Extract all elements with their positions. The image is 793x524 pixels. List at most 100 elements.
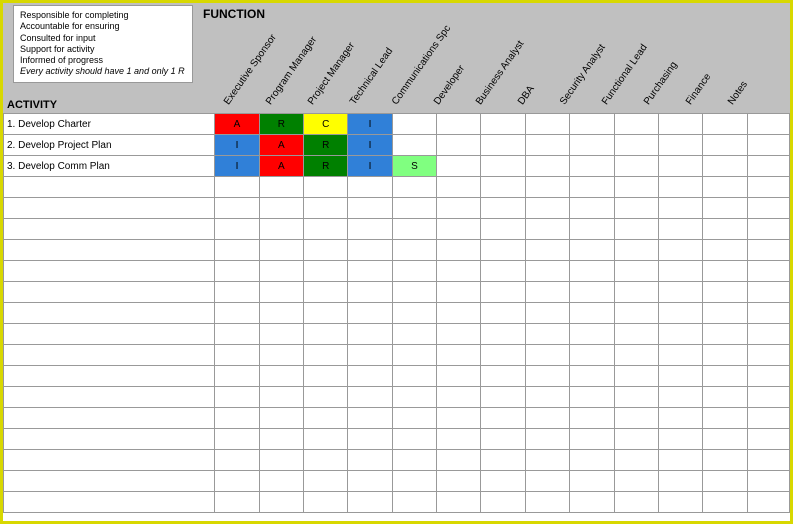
role-cell[interactable]	[525, 282, 569, 303]
activity-cell[interactable]	[4, 261, 215, 282]
role-cell[interactable]	[348, 366, 392, 387]
role-cell[interactable]	[481, 156, 525, 177]
role-cell[interactable]	[304, 450, 348, 471]
activity-cell[interactable]	[4, 387, 215, 408]
role-cell[interactable]	[304, 219, 348, 240]
role-cell[interactable]	[703, 492, 747, 513]
role-cell[interactable]	[703, 387, 747, 408]
role-cell[interactable]	[392, 282, 436, 303]
role-cell[interactable]	[392, 198, 436, 219]
role-cell[interactable]	[703, 177, 747, 198]
role-cell[interactable]	[437, 408, 481, 429]
role-cell[interactable]	[437, 345, 481, 366]
notes-cell[interactable]	[747, 177, 789, 198]
role-cell[interactable]	[658, 240, 702, 261]
role-cell[interactable]	[570, 198, 614, 219]
role-cell[interactable]	[658, 135, 702, 156]
role-cell[interactable]	[304, 366, 348, 387]
role-cell[interactable]	[392, 177, 436, 198]
role-cell[interactable]	[703, 198, 747, 219]
role-cell[interactable]	[658, 492, 702, 513]
role-cell[interactable]	[481, 345, 525, 366]
role-cell[interactable]	[525, 366, 569, 387]
activity-cell[interactable]	[4, 282, 215, 303]
role-cell[interactable]	[304, 324, 348, 345]
role-cell[interactable]: I	[215, 135, 259, 156]
role-cell[interactable]	[570, 261, 614, 282]
activity-cell[interactable]: 2. Develop Project Plan	[4, 135, 215, 156]
role-cell[interactable]	[304, 471, 348, 492]
role-cell[interactable]	[525, 198, 569, 219]
notes-cell[interactable]	[747, 303, 789, 324]
role-cell[interactable]	[392, 240, 436, 261]
role-cell[interactable]	[614, 198, 658, 219]
role-cell[interactable]	[259, 219, 303, 240]
role-cell[interactable]	[525, 261, 569, 282]
role-cell[interactable]	[481, 240, 525, 261]
role-cell[interactable]	[658, 345, 702, 366]
role-cell[interactable]	[614, 240, 658, 261]
role-cell[interactable]	[259, 240, 303, 261]
role-cell[interactable]	[348, 345, 392, 366]
role-cell[interactable]	[392, 429, 436, 450]
role-cell[interactable]	[259, 492, 303, 513]
role-cell[interactable]	[658, 261, 702, 282]
role-cell[interactable]	[392, 324, 436, 345]
role-cell[interactable]	[658, 303, 702, 324]
role-cell[interactable]	[392, 408, 436, 429]
activity-cell[interactable]: 1. Develop Charter	[4, 114, 215, 135]
role-cell[interactable]	[392, 387, 436, 408]
role-cell[interactable]	[658, 366, 702, 387]
role-cell[interactable]	[437, 198, 481, 219]
role-cell[interactable]	[570, 366, 614, 387]
notes-cell[interactable]	[747, 408, 789, 429]
role-cell[interactable]	[525, 492, 569, 513]
role-cell[interactable]	[481, 429, 525, 450]
role-cell[interactable]	[525, 408, 569, 429]
role-cell[interactable]	[570, 345, 614, 366]
notes-cell[interactable]	[747, 240, 789, 261]
role-cell[interactable]: R	[304, 135, 348, 156]
role-cell[interactable]	[215, 408, 259, 429]
role-cell[interactable]	[259, 303, 303, 324]
role-cell[interactable]	[525, 429, 569, 450]
activity-cell[interactable]	[4, 366, 215, 387]
role-cell[interactable]	[658, 156, 702, 177]
role-cell[interactable]	[304, 198, 348, 219]
role-cell[interactable]	[614, 261, 658, 282]
role-cell[interactable]	[570, 408, 614, 429]
role-cell[interactable]	[215, 471, 259, 492]
role-cell[interactable]	[304, 408, 348, 429]
role-cell[interactable]	[481, 303, 525, 324]
role-cell[interactable]: R	[259, 114, 303, 135]
role-cell[interactable]	[525, 345, 569, 366]
notes-cell[interactable]	[747, 198, 789, 219]
role-cell[interactable]	[703, 471, 747, 492]
role-cell[interactable]	[392, 345, 436, 366]
notes-cell[interactable]	[747, 492, 789, 513]
role-cell[interactable]	[614, 303, 658, 324]
role-cell[interactable]	[348, 198, 392, 219]
role-cell[interactable]	[658, 387, 702, 408]
notes-cell[interactable]	[747, 261, 789, 282]
role-cell[interactable]	[703, 303, 747, 324]
role-cell[interactable]	[481, 387, 525, 408]
role-cell[interactable]	[437, 156, 481, 177]
activity-cell[interactable]	[4, 240, 215, 261]
notes-cell[interactable]	[747, 114, 789, 135]
notes-cell[interactable]	[747, 471, 789, 492]
role-cell[interactable]	[437, 366, 481, 387]
role-cell[interactable]	[259, 345, 303, 366]
role-cell[interactable]	[304, 261, 348, 282]
activity-cell[interactable]	[4, 492, 215, 513]
role-cell[interactable]	[703, 408, 747, 429]
role-cell[interactable]	[348, 471, 392, 492]
role-cell[interactable]	[658, 282, 702, 303]
activity-cell[interactable]: 3. Develop Comm Plan	[4, 156, 215, 177]
role-cell[interactable]	[392, 492, 436, 513]
role-cell[interactable]	[525, 156, 569, 177]
role-cell[interactable]	[437, 429, 481, 450]
role-cell[interactable]	[481, 324, 525, 345]
role-cell[interactable]	[437, 240, 481, 261]
role-cell[interactable]	[614, 135, 658, 156]
